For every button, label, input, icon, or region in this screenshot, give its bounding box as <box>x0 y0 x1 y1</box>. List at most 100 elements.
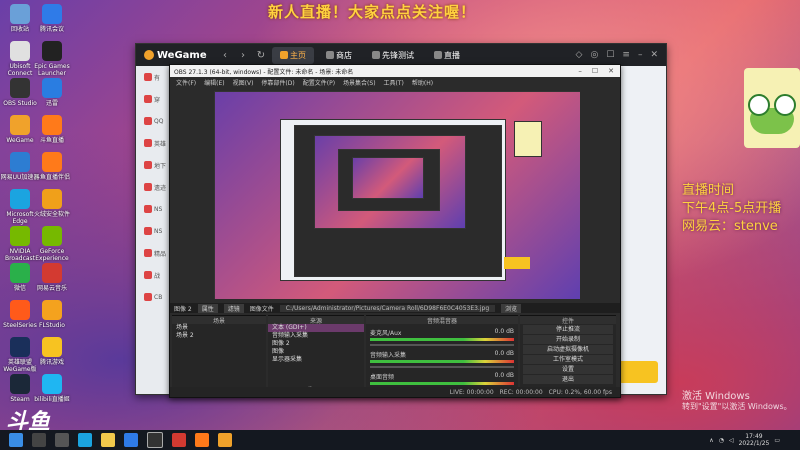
virtual-camera-button[interactable]: 启动虚拟摄像机 <box>523 345 613 354</box>
frog-sticker <box>744 68 800 148</box>
app-icon <box>10 78 30 98</box>
obs-title-text: OBS 27.1.3 (64-bit, windows) - 配置文件: 未命名… <box>174 68 354 76</box>
app-icon <box>42 152 62 172</box>
netease-music-icon[interactable] <box>172 433 186 447</box>
network-icon[interactable]: ◔ <box>719 437 724 444</box>
start-recording-button[interactable]: 开始录制 <box>523 335 613 344</box>
clock[interactable]: 17:49 2022/1/25 <box>739 433 770 447</box>
start-icon[interactable] <box>9 433 23 447</box>
exit-button[interactable]: 退出 <box>523 375 613 384</box>
desktop-icon[interactable]: 腾讯游戏 <box>32 337 72 366</box>
desktop-icon-label: FLStudio <box>39 322 65 329</box>
tab-home[interactable]: 主页 <box>272 46 314 64</box>
wegame-launch-button[interactable] <box>618 361 658 383</box>
obs-menu-item[interactable]: 编辑(E) <box>204 78 224 87</box>
message-icon[interactable]: ☐ <box>606 50 614 60</box>
obs-menu-item[interactable]: 停靠部件(D) <box>261 78 294 87</box>
gift-icon[interactable]: ◎ <box>590 50 598 60</box>
source-item[interactable]: 图像 <box>268 348 364 356</box>
desktop-icon[interactable]: 腾讯会议 <box>32 4 72 33</box>
app-icon <box>42 300 62 320</box>
close-icon[interactable]: ✕ <box>650 50 658 60</box>
maximize-icon[interactable]: ☐ <box>592 67 598 75</box>
system-tray: ∧ ◔ ◁ 17:49 2022/1/25 ▭ <box>709 433 800 447</box>
image-path-field[interactable]: C:/Users/Administrator/Pictures/Camera R… <box>279 304 496 312</box>
frog-eye-right <box>774 94 796 116</box>
tab-pioneer-test[interactable]: 先锋测试 <box>364 47 422 64</box>
volume-slider[interactable] <box>370 366 514 368</box>
filters-button[interactable]: 滤镜 <box>223 303 244 313</box>
scene-item[interactable]: 场景 <box>172 324 266 332</box>
desktop-icon[interactable]: Epic Games Launcher <box>32 41 72 77</box>
wegame-nav: ‹ › ↻ <box>218 50 268 61</box>
tray-arrow-icon[interactable]: ∧ <box>709 437 713 444</box>
search-icon[interactable] <box>32 433 46 447</box>
app-icon <box>42 78 62 98</box>
app-icon <box>10 152 30 172</box>
live-time: LIVE: 00:00:00 <box>449 388 494 396</box>
desktop-icon[interactable]: GeForce Experience <box>32 226 72 262</box>
game-icon <box>144 183 152 191</box>
minimize-icon[interactable]: – <box>578 67 582 75</box>
tab-live[interactable]: 直播 <box>426 47 468 64</box>
task-view-icon[interactable] <box>55 433 69 447</box>
taskbar: ∧ ◔ ◁ 17:49 2022/1/25 ▭ <box>0 430 800 450</box>
wegame-window-controls: ◇ ◎ ☐ ≡ – ✕ <box>576 50 658 60</box>
edge-icon[interactable] <box>78 433 92 447</box>
source-item[interactable]: 图像 2 <box>268 340 364 348</box>
source-item[interactable]: 文本 (GDI+) <box>268 324 364 332</box>
sources-dock: 来源 文本 (GDI+) 音频输入采集 图像 2 图像 显示器采集 + − ⚙ … <box>268 315 364 396</box>
desktop-icon[interactable]: 火绒安全软件 <box>32 189 72 218</box>
obs-menu-item[interactable]: 帮助(H) <box>412 78 433 87</box>
home-icon <box>280 51 288 59</box>
minimize-icon[interactable]: – <box>638 50 643 60</box>
notification-icon[interactable]: ▭ <box>774 437 780 444</box>
store-icon[interactable] <box>124 433 138 447</box>
volume-meter <box>370 338 514 341</box>
source-item[interactable]: 显示器采集 <box>268 356 364 364</box>
scene-item[interactable]: 场景 2 <box>172 332 266 340</box>
obs-menu-item[interactable]: 视图(V) <box>233 78 254 87</box>
app-icon <box>42 41 62 61</box>
desktop-icon[interactable]: FLStudio <box>32 300 72 329</box>
obs-menu-item[interactable]: 场景集合(S) <box>343 78 376 87</box>
controls-title: 控件 <box>520 316 616 325</box>
volume-icon[interactable]: ◁ <box>729 437 734 444</box>
rec-time: REC: 00:00:00 <box>499 388 543 396</box>
forward-icon[interactable]: › <box>236 50 250 61</box>
preview-frog <box>514 121 542 157</box>
shield-icon[interactable]: ◇ <box>576 50 583 60</box>
obs-menu-item[interactable]: 工具(T) <box>384 78 404 87</box>
image-file-label: 图像文件 <box>249 305 274 313</box>
desktop-icon[interactable]: 斗鱼直播 <box>32 115 72 144</box>
source-item[interactable]: 音频输入采集 <box>268 332 364 340</box>
volume-slider[interactable] <box>370 344 514 346</box>
explorer-icon[interactable] <box>101 433 115 447</box>
obs-icon[interactable] <box>147 432 163 448</box>
studio-mode-button[interactable]: 工作室模式 <box>523 355 613 364</box>
game-icon <box>144 271 152 279</box>
obs-menu-item[interactable]: 文件(F) <box>176 78 196 87</box>
douyu-icon[interactable] <box>195 433 209 447</box>
desktop-icon-label: 腾讯游戏 <box>39 359 64 366</box>
obs-menu-item[interactable]: 配置文件(P) <box>303 78 335 87</box>
stop-streaming-button[interactable]: 停止推流 <box>523 325 613 334</box>
scenes-title: 场景 <box>172 316 266 325</box>
settings-button[interactable]: 设置 <box>523 365 613 374</box>
tab-store[interactable]: 商店 <box>318 47 360 64</box>
browse-button[interactable]: 浏览 <box>501 303 522 313</box>
desktop-icon[interactable]: 网易云音乐 <box>32 263 72 292</box>
obs-preview[interactable] <box>214 91 580 299</box>
wegame-icon[interactable] <box>218 433 232 447</box>
desktop-icon[interactable]: bilibili直播姬 <box>32 374 72 403</box>
desktop-icon[interactable]: 迅雷 <box>32 78 72 107</box>
refresh-icon[interactable]: ↻ <box>254 50 268 61</box>
menu-icon[interactable]: ≡ <box>622 50 630 60</box>
app-icon <box>42 263 62 283</box>
desktop-icon[interactable]: 斗鱼直播伴侣 <box>32 152 72 181</box>
close-icon[interactable]: ✕ <box>608 67 614 75</box>
properties-button[interactable]: 属性 <box>197 303 218 313</box>
activate-windows-watermark: 激活 Windows 转到"设置"以激活 Windows。 <box>682 391 792 412</box>
cpu-fps: CPU: 0.2%, 60.00 fps <box>548 388 612 396</box>
back-icon[interactable]: ‹ <box>218 50 232 61</box>
